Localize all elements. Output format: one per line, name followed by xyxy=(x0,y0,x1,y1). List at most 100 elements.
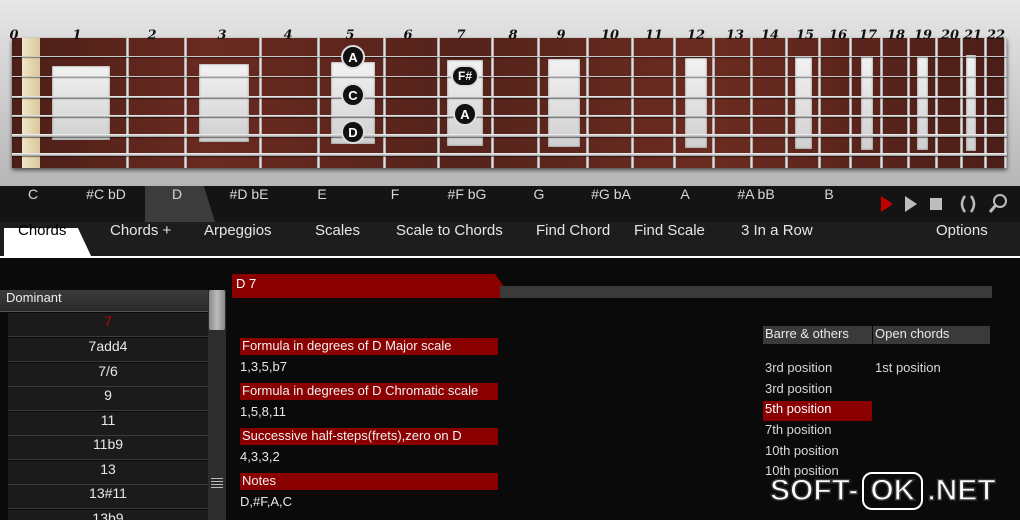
guitar-chord-app: 0 1 2 3 4 5 6 7 8 9 10 11 12 13 14 15 16… xyxy=(0,0,1020,520)
position-item[interactable]: 10th position xyxy=(763,443,872,463)
scrollbar-thumb[interactable] xyxy=(209,290,225,330)
note-key-g[interactable]: G xyxy=(534,186,545,222)
fret-wire xyxy=(880,38,883,168)
fret-wire xyxy=(750,38,753,168)
tab-arpeggios[interactable]: Arpeggios xyxy=(204,222,272,258)
position-item[interactable]: 3rd position xyxy=(763,360,872,380)
list-item[interactable]: 13b9 xyxy=(8,510,208,520)
fret-inlay xyxy=(52,66,110,140)
tab-find-scale[interactable]: Find Scale xyxy=(634,222,705,258)
tab-scale-to-chords[interactable]: Scale to Chords xyxy=(396,222,503,258)
fret-number: 4 xyxy=(283,28,293,43)
fret-wire xyxy=(586,38,589,168)
fret-number: 10 xyxy=(600,28,620,43)
chord-list: Dominant 7 7add4 7/6 9 11 11b9 13 13#11 … xyxy=(0,290,228,520)
note-key-b[interactable]: B xyxy=(824,186,833,222)
guitar-string xyxy=(12,56,1007,57)
fret-number: 7 xyxy=(456,28,466,43)
note-key-e[interactable]: E xyxy=(317,186,326,222)
fret-wire xyxy=(907,38,910,168)
note-marker[interactable]: A xyxy=(453,102,477,126)
stop-icon[interactable] xyxy=(925,193,947,215)
note-key-c-sharp[interactable]: #C bD xyxy=(86,186,126,222)
list-item[interactable]: 7add4 xyxy=(8,338,208,362)
chord-title-divider xyxy=(500,286,992,298)
list-item[interactable]: 9 xyxy=(8,387,208,411)
fret-number: 19 xyxy=(913,28,933,43)
list-item[interactable]: 7 xyxy=(8,313,208,337)
tab-find-chord[interactable]: Find Chord xyxy=(536,222,610,258)
watermark-text: SOFT- xyxy=(769,473,859,508)
watermark-text: .NET xyxy=(927,473,997,508)
scrollbar-grip[interactable] xyxy=(211,478,223,490)
note-key-f[interactable]: F xyxy=(391,186,400,222)
list-item[interactable]: 13 xyxy=(8,461,208,485)
fret-number: 16 xyxy=(828,28,848,43)
watermark: SOFT- OK .NET xyxy=(769,472,1015,516)
formula-chromatic-value: 1,5,8,11 xyxy=(240,404,287,419)
fret-wire xyxy=(673,38,676,168)
fret-number: 14 xyxy=(760,28,780,43)
fret-wire xyxy=(849,38,852,168)
fret-number: 13 xyxy=(725,28,745,43)
note-key-c[interactable]: C xyxy=(28,186,38,222)
fret-wire xyxy=(184,38,187,168)
guitar-string xyxy=(12,134,1007,137)
chord-title-bar xyxy=(232,274,512,298)
play-icon[interactable] xyxy=(900,193,922,215)
magnifier-icon[interactable] xyxy=(987,193,1009,215)
fretboard-nut xyxy=(22,38,40,168)
chord-title: D 7 xyxy=(236,276,257,291)
notes-label: Notes xyxy=(240,473,498,490)
fret-number: 11 xyxy=(644,28,664,43)
position-item[interactable]: 5th position xyxy=(763,401,872,421)
fret-number: 8 xyxy=(508,28,518,43)
tab-3-in-a-row[interactable]: 3 In a Row xyxy=(741,222,813,258)
fretboard-neck xyxy=(12,38,1007,168)
fret-wire xyxy=(785,38,788,168)
list-item[interactable]: 13#11 xyxy=(8,485,208,509)
fret-wire xyxy=(935,38,938,168)
position-item[interactable]: 7th position xyxy=(763,422,872,442)
fret-wire xyxy=(712,38,715,168)
fret-number: 0 xyxy=(9,28,19,43)
position-item[interactable]: 3rd position xyxy=(763,381,872,401)
play-red-icon[interactable] xyxy=(876,193,898,215)
note-key-a[interactable]: A xyxy=(680,186,689,222)
list-item[interactable]: 7/6 xyxy=(8,363,208,387)
open-position-item[interactable]: 1st position xyxy=(873,360,990,380)
list-item[interactable]: 11 xyxy=(8,412,208,436)
formula-major-label: Formula in degrees of D Major scale xyxy=(240,338,498,355)
guitar-string xyxy=(12,153,1007,156)
note-key-f-sharp[interactable]: #F bG xyxy=(448,186,487,222)
note-marker[interactable]: D xyxy=(341,120,365,144)
fret-wire xyxy=(1004,38,1007,168)
note-key-d-sharp[interactable]: #D bE xyxy=(230,186,269,222)
tab-options[interactable]: Options xyxy=(936,222,988,258)
tab-scales[interactable]: Scales xyxy=(315,222,360,258)
fret-number: 3 xyxy=(217,28,227,43)
list-item[interactable]: 11b9 xyxy=(8,436,208,460)
chord-list-scrollbar[interactable] xyxy=(208,290,226,520)
note-key-d[interactable]: D xyxy=(172,186,182,222)
note-marker[interactable]: C xyxy=(341,83,365,107)
tab-chords-plus[interactable]: Chords + xyxy=(110,222,171,258)
fret-wire xyxy=(631,38,634,168)
fret-wire xyxy=(317,38,320,168)
note-marker[interactable]: A xyxy=(341,45,365,69)
fret-wire xyxy=(537,38,540,168)
note-key-a-sharp[interactable]: #A bB xyxy=(737,186,774,222)
fret-number: 2 xyxy=(147,28,157,43)
tab-chords[interactable]: Chords xyxy=(18,222,66,258)
fretboard[interactable]: 0 1 2 3 4 5 6 7 8 9 10 11 12 13 14 15 16… xyxy=(0,0,1020,190)
fret-wire xyxy=(818,38,821,168)
fret-number: 6 xyxy=(403,28,413,43)
note-key-g-sharp[interactable]: #G bA xyxy=(591,186,631,222)
note-marker[interactable]: F# xyxy=(451,65,479,87)
fret-number: 21 xyxy=(963,28,983,43)
fret-number: 1 xyxy=(72,28,82,43)
fret-number: 9 xyxy=(556,28,566,43)
loop-icon[interactable] xyxy=(957,193,979,215)
formula-chromatic-label: Formula in degrees of D Chromatic scale xyxy=(240,383,498,400)
fret-number: 15 xyxy=(795,28,815,43)
